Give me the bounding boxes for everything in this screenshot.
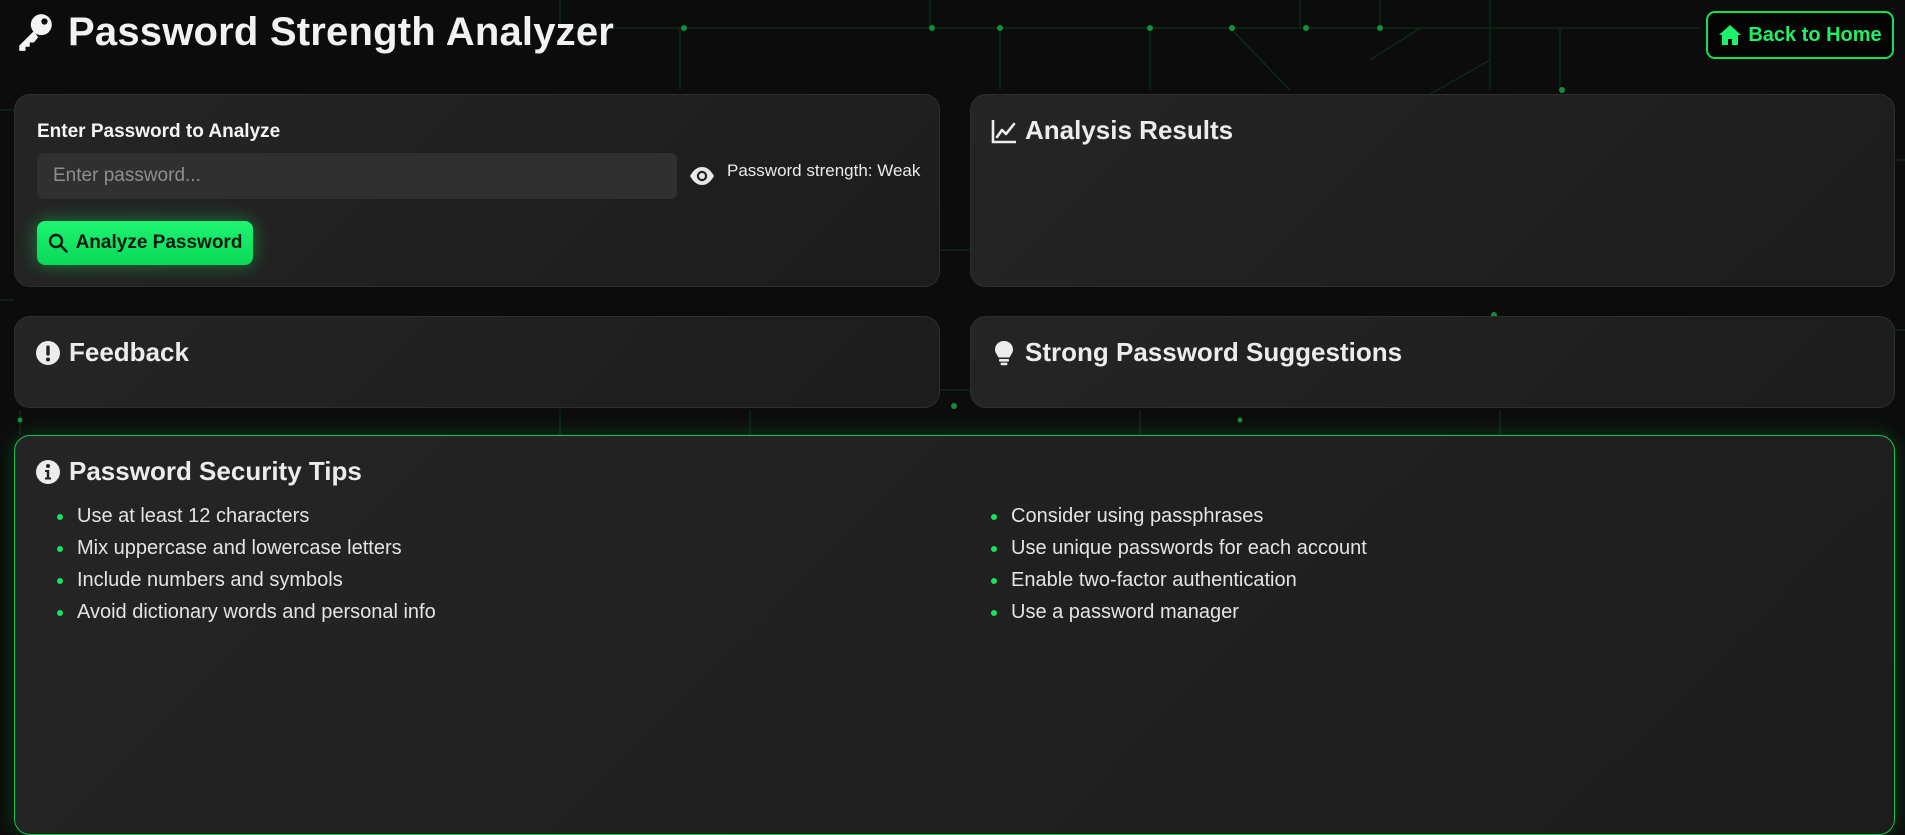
home-icon xyxy=(1719,25,1742,45)
suggestions-title: Strong Password Suggestions xyxy=(1025,337,1403,367)
eye-icon[interactable] xyxy=(689,165,715,187)
password-security-tips-card: Password Security Tips Use at least 12 c… xyxy=(14,435,1895,835)
key-icon xyxy=(19,14,52,51)
tip-item: Avoid dictionary words and personal info xyxy=(37,596,436,628)
exclamation-circle-icon xyxy=(36,340,60,365)
analysis-results-heading: Analysis Results xyxy=(991,115,1233,146)
strong-password-suggestions-card: Strong Password Suggestions xyxy=(970,316,1895,408)
page-title: Password Strength Analyzer xyxy=(68,9,615,54)
tip-item: Use a password manager xyxy=(971,596,1367,628)
feedback-title: Feedback xyxy=(69,337,189,367)
tips-list-right: Consider using passphrases Use unique pa… xyxy=(971,500,1367,628)
tips-list-left: Use at least 12 characters Mix uppercase… xyxy=(37,500,436,628)
back-to-home-label: Back to Home xyxy=(1748,23,1882,46)
password-input-card: Enter Password to Analyze Password stren… xyxy=(14,94,940,287)
tip-item: Use unique passwords for each account xyxy=(971,532,1367,564)
tip-item: Consider using passphrases xyxy=(971,500,1367,532)
feedback-heading: Feedback xyxy=(35,337,189,368)
analyze-password-label: Analyze Password xyxy=(75,232,243,253)
tip-item: Mix uppercase and lowercase letters xyxy=(37,532,436,564)
analysis-results-card: Analysis Results xyxy=(970,94,1895,287)
tips-heading: Password Security Tips xyxy=(35,456,362,487)
lightbulb-icon xyxy=(995,340,1013,365)
search-icon xyxy=(48,233,68,253)
tip-item: Use at least 12 characters xyxy=(37,500,436,532)
analysis-results-title: Analysis Results xyxy=(1025,115,1234,145)
feedback-card: Feedback xyxy=(14,316,940,408)
info-circle-icon xyxy=(36,459,60,484)
back-to-home-button[interactable]: Back to Home xyxy=(1706,11,1894,59)
tips-title: Password Security Tips xyxy=(69,456,362,486)
password-input-label: Enter Password to Analyze xyxy=(37,121,281,142)
analyze-password-button[interactable]: Analyze Password xyxy=(37,221,253,265)
password-strength-indicator: Password strength: Weak xyxy=(727,161,921,180)
password-input[interactable] xyxy=(37,153,677,199)
chart-line-icon xyxy=(991,119,1016,143)
tip-item: Include numbers and symbols xyxy=(37,564,436,596)
tip-item: Enable two-factor authentication xyxy=(971,564,1367,596)
page-header: Password Strength Analyzer xyxy=(14,8,614,56)
page: Password Strength Analyzer Back to Home … xyxy=(0,0,1905,835)
suggestions-heading: Strong Password Suggestions xyxy=(991,337,1402,368)
